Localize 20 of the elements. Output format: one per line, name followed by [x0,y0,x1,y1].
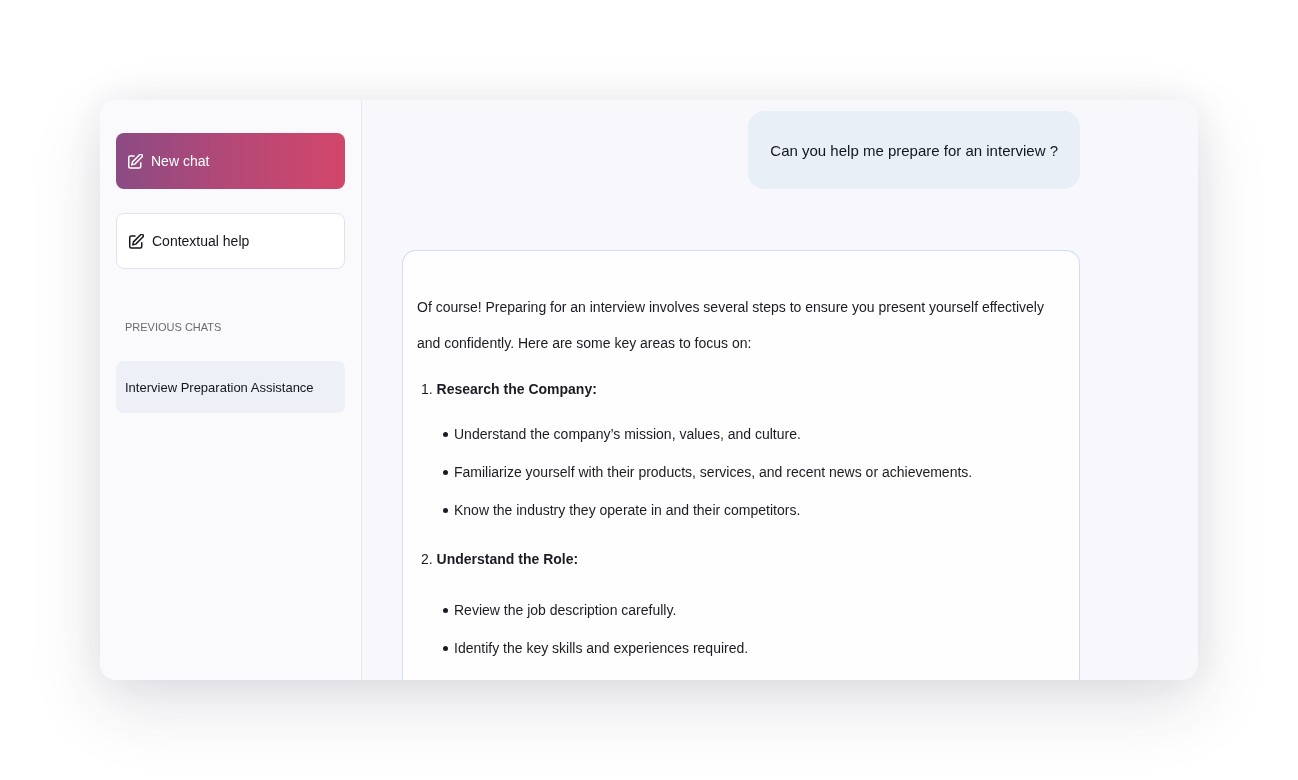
list-item-text: Review the job description carefully. [454,602,677,618]
list-item-text: Identify the key skills and experiences required. [454,640,749,656]
help-button[interactable]: Contextual help [116,213,345,269]
section-label: PREVIOUS CHATS [125,321,222,334]
list-item-text: Understand the company’s mission, values, and culture. [454,426,801,442]
bullet-icon [443,469,448,475]
section-heading: 2. Understand the Role: [421,550,579,569]
section-heading: 1. Research the Company: [421,380,597,399]
list-item-text: Know the industry they operate in and their competitors. [454,502,801,518]
edit-icon [128,153,143,169]
user-message: Can you help me prepare for an interview ? [748,111,1080,189]
new-chat-button[interactable]: New chat [116,133,345,189]
bullet-icon [443,507,448,513]
bullet-icon [443,431,448,437]
chat-history-item[interactable]: Interview Preparation Assistance [116,361,345,413]
bullet-icon [443,645,448,651]
response-paragraph: Of course! Preparing for an interview involves several steps to ensure you present yourself effectively and confidently. Here are some key areas to focus on: [417,298,1045,353]
edit-icon [129,233,144,249]
bullet-icon [443,607,448,613]
list-item-text: Familiarize yourself with their products, services, and recent news or achievements. [454,464,973,480]
